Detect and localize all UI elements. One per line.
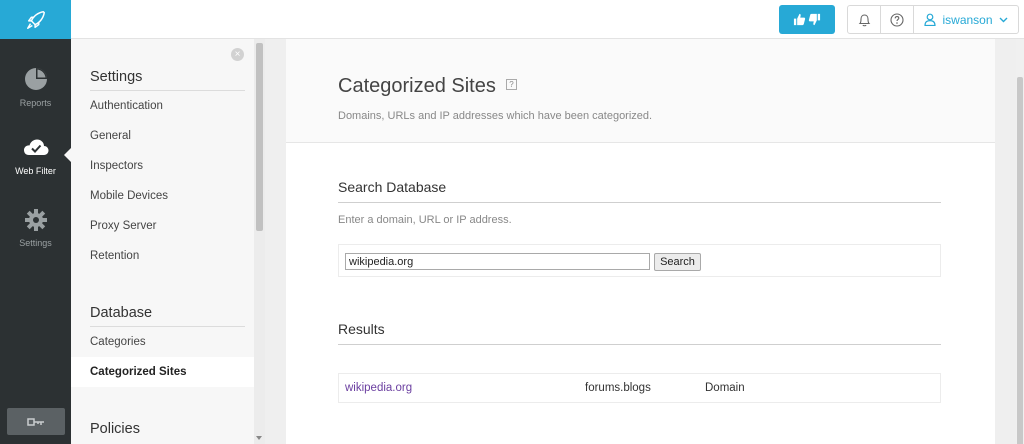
page-subtitle: Domains, URLs and IP addresses which hav…	[338, 110, 653, 122]
rail-item-label: Web Filter	[15, 166, 56, 176]
user-menu[interactable]: iswanson	[914, 6, 1018, 33]
rail-item-reports[interactable]: Reports	[0, 60, 71, 130]
table-row: wikipedia.org forums.blogs Domain	[338, 373, 941, 403]
search-panel: Search	[338, 244, 941, 277]
page-header: Categorized Sites ? Domains, URLs and IP…	[286, 39, 995, 143]
pie-chart-icon	[24, 68, 47, 90]
sidebar-item-mobile-devices[interactable]: Mobile Devices	[71, 181, 254, 211]
main-scrollbar[interactable]	[1016, 39, 1024, 444]
main-panel: Categorized Sites ? Domains, URLs and IP…	[286, 39, 995, 444]
app-rail: Reports Web Filter Settings	[0, 0, 71, 444]
sidebar-item-general[interactable]: General	[71, 121, 254, 151]
search-input[interactable]	[345, 253, 650, 270]
close-icon[interactable]: ×	[231, 48, 244, 61]
search-button[interactable]: Search	[654, 253, 701, 271]
settings-sidebar: × Settings Authentication General Inspec…	[71, 39, 265, 444]
page-title: Categorized Sites	[338, 75, 496, 97]
rail-item-web-filter[interactable]: Web Filter	[0, 130, 71, 200]
thumbs-up-icon	[793, 13, 806, 26]
top-bar: iswanson	[71, 0, 1024, 39]
help-button[interactable]	[881, 6, 914, 33]
main-scroll-thumb[interactable]	[1017, 77, 1023, 444]
sidebar-heading-database: Database	[90, 305, 245, 327]
sidebar-item-proxy-server[interactable]: Proxy Server	[71, 211, 254, 241]
key-icon	[27, 417, 44, 426]
top-actions: iswanson	[847, 5, 1019, 34]
scroll-down-arrow-icon[interactable]	[256, 436, 262, 440]
result-domain-link[interactable]: wikipedia.org	[345, 382, 412, 394]
app-logo[interactable]	[0, 0, 71, 39]
rail-item-settings[interactable]: Settings	[0, 202, 71, 272]
sidebar-item-authentication[interactable]: Authentication	[71, 91, 254, 121]
bell-icon	[858, 13, 870, 26]
search-section-heading: Search Database	[338, 179, 941, 203]
sidebar-item-categories[interactable]: Categories	[71, 327, 254, 357]
sidebar-heading-policies: Policies	[90, 421, 140, 437]
search-hint: Enter a domain, URL or IP address.	[338, 214, 512, 226]
sidebar-item-inspectors[interactable]: Inspectors	[71, 151, 254, 181]
key-button[interactable]	[7, 408, 65, 435]
sidebar-scroll-thumb[interactable]	[256, 43, 263, 231]
sidebar-item-retention[interactable]: Retention	[71, 241, 254, 271]
result-category: forums.blogs	[585, 382, 651, 394]
sidebar-scrollbar[interactable]	[254, 39, 265, 444]
gear-icon	[24, 209, 47, 231]
sidebar-item-categorized-sites[interactable]: Categorized Sites	[71, 357, 254, 387]
rocket-icon	[26, 10, 45, 29]
rail-item-label: Settings	[19, 238, 52, 248]
question-circle-icon	[890, 12, 904, 27]
notifications-button[interactable]	[848, 6, 881, 33]
rail-item-label: Reports	[19, 98, 52, 108]
results-section-heading: Results	[338, 321, 941, 345]
cloud-check-icon	[23, 139, 48, 155]
sidebar-heading-settings: Settings	[90, 69, 245, 91]
help-icon[interactable]: ?	[506, 79, 517, 90]
username: iswanson	[942, 12, 993, 27]
user-icon	[924, 13, 937, 26]
thumbs-down-icon	[808, 13, 821, 26]
feedback-button[interactable]	[779, 5, 835, 34]
chevron-down-icon	[999, 17, 1008, 22]
result-type: Domain	[705, 382, 745, 394]
